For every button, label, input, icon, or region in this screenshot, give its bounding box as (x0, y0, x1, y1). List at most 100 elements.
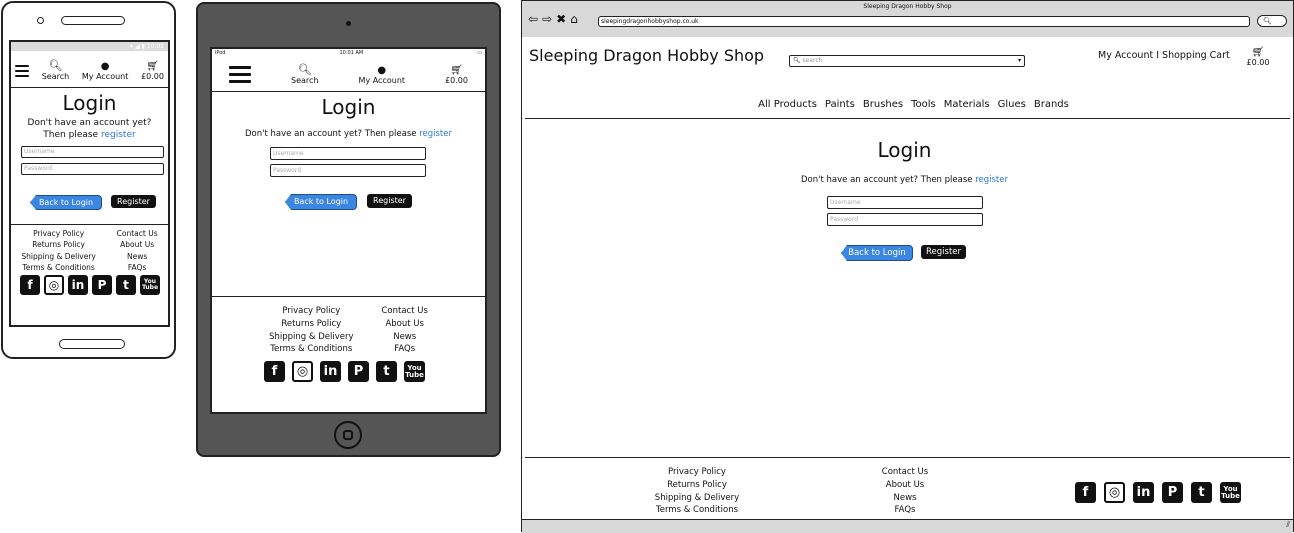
tablet-status-device: iPod (215, 50, 226, 56)
footer-link[interactable]: About Us (117, 239, 158, 250)
footer-link[interactable]: News (117, 251, 158, 262)
username-field[interactable]: Username (21, 146, 164, 158)
footer-link[interactable]: Returns Policy (637, 479, 757, 492)
instagram-icon[interactable]: ◎ (44, 275, 64, 295)
battery-icon: ▭ (477, 50, 482, 56)
facebook-icon[interactable]: f (1075, 482, 1096, 503)
instagram-icon[interactable]: ◎ (292, 361, 313, 382)
browser-search-pill[interactable]: 🔍︎ (1257, 15, 1287, 27)
menu-icon[interactable] (15, 65, 29, 77)
footer-link[interactable]: Privacy Policy (21, 228, 95, 239)
twitter-icon[interactable]: t (1191, 482, 1212, 503)
footer-link[interactable]: Terms & Conditions (637, 504, 757, 517)
footer-link[interactable]: Terms & Conditions (269, 343, 353, 356)
phone-home-button[interactable] (59, 339, 125, 349)
register-link[interactable]: register (101, 130, 136, 140)
youtube-icon[interactable]: You Tube (404, 361, 425, 382)
password-field[interactable]: Password (21, 163, 164, 175)
register-link[interactable]: register (419, 129, 452, 139)
register-link[interactable]: register (975, 175, 1008, 185)
register-prompt-text: Don't have an account yet? Then please (245, 129, 417, 139)
footer-link[interactable]: Contact Us (381, 305, 427, 318)
back-to-login-button[interactable]: Back to Login (30, 195, 102, 210)
footer-link[interactable]: FAQs (845, 504, 965, 517)
back-to-login-button[interactable]: Back to Login (841, 245, 913, 261)
cart-total: £0.00 (141, 72, 164, 81)
nav-cart-button[interactable]: 🛒︎ £0.00 (141, 61, 164, 81)
menu-icon[interactable] (229, 66, 251, 83)
cart-button[interactable]: 🛒︎ £0.00 (1243, 47, 1273, 67)
username-field[interactable]: Username (827, 196, 983, 209)
home-icon[interactable]: ⌂ (570, 12, 578, 26)
user-icon: ● (100, 61, 110, 72)
back-arrow-icon[interactable]: ⇦ (528, 12, 538, 26)
social-icons: f ◎ in Pt You Tube (1075, 482, 1241, 503)
facebook-icon[interactable]: f (264, 361, 285, 382)
pinterest-icon[interactable]: P (1162, 482, 1183, 503)
search-icon: 🔍︎ (1263, 17, 1272, 25)
register-button[interactable]: Register (921, 245, 966, 259)
footer-link[interactable]: Returns Policy (21, 239, 95, 250)
footer-link[interactable]: FAQs (381, 343, 427, 356)
footer-link[interactable]: Returns Policy (269, 318, 353, 331)
close-icon[interactable]: ✖ (556, 12, 566, 26)
nav-account-button[interactable]: ● My Account (82, 61, 128, 81)
nav-search-button[interactable]: 🔍︎ Search (291, 63, 318, 85)
site-title[interactable]: Sleeping Dragon Hobby Shop (529, 46, 764, 65)
footer-link[interactable]: Contact Us (117, 228, 158, 239)
nav-cart-button[interactable]: 🛒︎ £0.00 (445, 65, 468, 85)
youtube-icon[interactable]: You Tube (1220, 482, 1241, 503)
browser-status-bar: ⫽ (522, 519, 1293, 533)
back-to-login-button[interactable]: Back to Login (285, 194, 357, 210)
footer-link[interactable]: Contact Us (845, 466, 965, 479)
cart-icon: 🛒︎ (1251, 47, 1265, 58)
linkedin-icon[interactable]: in (1133, 482, 1154, 503)
username-field[interactable]: Username (270, 147, 426, 160)
footer-link[interactable]: FAQs (117, 262, 158, 273)
nav-link-materials[interactable]: Materials (944, 99, 990, 110)
twitter-icon[interactable]: t (116, 275, 136, 295)
register-button[interactable]: Register (367, 194, 412, 208)
password-field[interactable]: Password (270, 164, 426, 177)
footer-link[interactable]: Shipping & Delivery (269, 331, 353, 344)
footer-link[interactable]: About Us (845, 479, 965, 492)
linkedin-icon[interactable]: in (320, 361, 341, 382)
phone-screen: ▾ ◢ ▮ 10:01 🔍︎ Search ● My Account 🛒︎ £0… (9, 40, 170, 327)
twitter-icon[interactable]: t (376, 361, 397, 382)
nav-link-brushes[interactable]: Brushes (863, 99, 903, 110)
tablet-home-button[interactable] (334, 421, 362, 449)
footer-col-2: Contact Us About Us News FAQs (381, 305, 427, 356)
footer-link[interactable]: Terms & Conditions (21, 262, 95, 273)
footer-link[interactable]: Shipping & Delivery (21, 251, 95, 262)
register-button[interactable]: Register (111, 195, 156, 208)
forward-arrow-icon[interactable]: ⇨ (542, 12, 552, 26)
footer-col-1: Privacy Policy Returns Policy Shipping &… (269, 305, 353, 356)
nav-link-tools[interactable]: Tools (911, 99, 936, 110)
nav-account-button[interactable]: ● My Account (359, 65, 405, 85)
footer-link[interactable]: News (381, 331, 427, 344)
resize-handle-icon[interactable]: ⫽ (1286, 520, 1290, 530)
footer-link[interactable]: Privacy Policy (269, 305, 353, 318)
youtube-icon[interactable]: You Tube (140, 275, 160, 295)
password-field[interactable]: Password (827, 213, 983, 226)
facebook-icon[interactable]: f (20, 275, 40, 295)
phone-camera (37, 17, 44, 24)
footer-link[interactable]: News (845, 492, 965, 505)
url-bar[interactable]: sleepingdragonhobbyshop.co.uk (598, 16, 1250, 27)
site-search-input[interactable]: 🔍︎ search ▾ (789, 55, 1025, 67)
account-cart-links[interactable]: My Account I Shopping Cart (1098, 50, 1230, 61)
register-prompt-line1: Don't have an account yet? (27, 118, 152, 128)
instagram-icon[interactable]: ◎ (1104, 482, 1125, 503)
linkedin-icon[interactable]: in (68, 275, 88, 295)
nav-link-all-products[interactable]: All Products (758, 99, 817, 110)
nav-search-button[interactable]: 🔍︎ Search (42, 59, 69, 81)
nav-link-brands[interactable]: Brands (1034, 99, 1069, 110)
footer-link[interactable]: Shipping & Delivery (637, 492, 757, 505)
footer-link[interactable]: Privacy Policy (637, 466, 757, 479)
nav-link-glues[interactable]: Glues (998, 99, 1026, 110)
footer-link[interactable]: About Us (381, 318, 427, 331)
nav-link-paints[interactable]: Paints (825, 99, 855, 110)
pinterest-icon[interactable]: P (348, 361, 369, 382)
microphone-icon[interactable]: ▾ (1018, 56, 1021, 66)
pinterest-icon[interactable]: P (92, 275, 112, 295)
